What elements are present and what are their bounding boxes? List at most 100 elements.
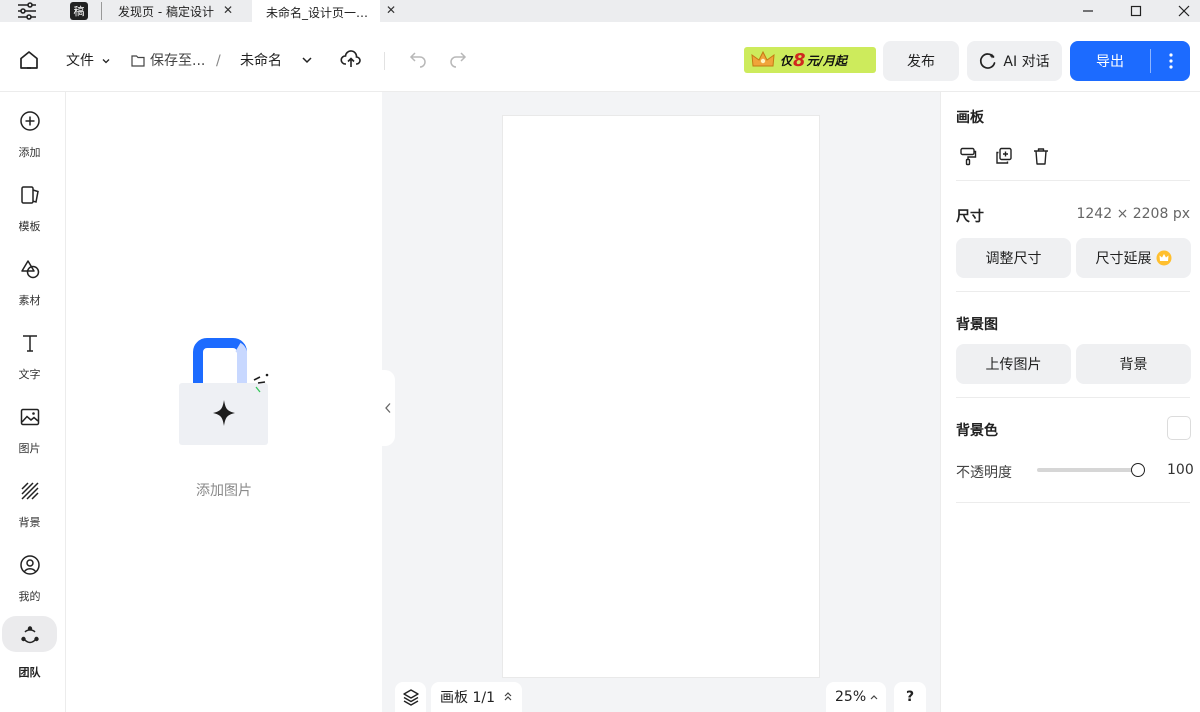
save-to-button[interactable]: 保存至... <box>131 52 205 70</box>
section-divider <box>956 502 1190 503</box>
template-icon <box>21 186 39 204</box>
export-label[interactable]: 导出 <box>1070 41 1150 81</box>
help-icon: ? <box>905 689 915 705</box>
image-icon <box>20 408 40 426</box>
section-divider <box>956 180 1190 181</box>
promo-number: 8 <box>793 49 806 71</box>
image-lock-illustration-icon <box>179 338 269 445</box>
toolbar-divider <box>384 52 385 70</box>
opacity-value[interactable]: 100 <box>1167 462 1194 478</box>
tab-design[interactable]: 未命名_设计页一… <box>252 0 380 24</box>
tab-logo: 稿 <box>64 0 100 22</box>
opacity-slider-thumb[interactable] <box>1131 463 1145 477</box>
rail-item-add[interactable]: 添加 <box>2 98 57 159</box>
size-extend-button[interactable]: 尺寸延展 <box>1076 238 1191 278</box>
background-color-section-title: 背景色 <box>956 423 998 439</box>
background-button[interactable]: 背景 <box>1076 344 1191 384</box>
help-button[interactable]: ? <box>894 682 926 712</box>
rail-item-image[interactable]: 图片 <box>2 394 57 455</box>
minimize-icon[interactable] <box>1075 0 1101 22</box>
save-to-label: 保存至... <box>150 53 206 69</box>
undo-icon[interactable] <box>406 48 430 72</box>
rail-item-mine[interactable]: 我的 <box>2 542 57 603</box>
size-value: 1242 × 2208 px <box>1076 206 1190 222</box>
rail-label: 我的 <box>18 590 41 603</box>
rail-label: 模板 <box>18 220 41 233</box>
ai-chat-label: AI 对话 <box>1003 54 1050 70</box>
user-icon <box>20 555 40 575</box>
trash-icon[interactable] <box>1031 146 1051 166</box>
file-menu-label: 文件 <box>66 53 94 69</box>
chevron-down-icon[interactable] <box>296 48 320 72</box>
artboard[interactable] <box>502 115 820 678</box>
close-icon[interactable]: ✕ <box>386 3 396 17</box>
resize-label: 调整尺寸 <box>985 251 1042 267</box>
title-bar: 稿 发现页 - 稿定设计 ✕ 未命名_设计页一… ✕ <box>0 0 1200 24</box>
premium-crown-icon <box>1156 250 1171 266</box>
rail-item-template[interactable]: 模板 <box>2 172 57 233</box>
chevron-up-double-icon <box>504 692 512 701</box>
chevron-up-icon <box>870 695 878 700</box>
rail-label: 团队 <box>18 666 41 679</box>
path-separator: / <box>216 53 221 69</box>
section-divider <box>956 397 1190 398</box>
page-label: 画板 1/1 <box>440 690 495 706</box>
add-image-label: 添加图片 <box>196 483 252 499</box>
opacity-label: 不透明度 <box>956 465 1012 481</box>
text-icon <box>23 335 37 352</box>
collapse-panel-handle[interactable] <box>381 370 395 446</box>
upload-image-button[interactable]: 上传图片 <box>956 344 1071 384</box>
background-image-section-title: 背景图 <box>956 317 998 333</box>
promo-prefix: 仅 <box>780 53 793 68</box>
rail-label: 添加 <box>18 146 41 159</box>
rail-item-text[interactable]: 文字 <box>2 320 57 381</box>
zoom-selector[interactable]: 25% <box>826 682 886 712</box>
maximize-icon[interactable] <box>1123 0 1149 22</box>
home-icon[interactable] <box>17 48 41 72</box>
chevron-down-icon <box>102 59 110 64</box>
background-label: 背景 <box>1119 357 1148 373</box>
zoom-value: 25% <box>835 689 867 705</box>
file-menu[interactable]: 文件 <box>66 52 111 70</box>
rail-label: 图片 <box>18 442 41 455</box>
ai-chat-icon <box>980 53 996 69</box>
size-section-title: 尺寸 <box>956 209 984 225</box>
size-extend-label: 尺寸延展 <box>1095 251 1152 267</box>
publish-button[interactable]: 发布 <box>883 41 959 81</box>
add-image-illustration[interactable] <box>178 337 272 445</box>
layers-icon <box>402 689 419 706</box>
close-icon[interactable]: ✕ <box>223 3 233 17</box>
format-painter-icon[interactable] <box>958 146 978 166</box>
rail-label: 背景 <box>18 516 41 529</box>
redo-icon[interactable] <box>446 48 470 72</box>
export-divider <box>1150 49 1151 73</box>
tab-title: 未命名_设计页一… <box>266 5 369 20</box>
background-icon <box>21 482 39 500</box>
rail-item-materials[interactable]: 素材 <box>2 246 57 307</box>
background-color-swatch[interactable] <box>1167 416 1191 440</box>
opacity-slider-track[interactable] <box>1037 468 1143 472</box>
cloud-upload-icon[interactable] <box>339 48 363 72</box>
crown-icon <box>751 50 775 67</box>
folder-icon <box>131 55 145 67</box>
resize-button[interactable]: 调整尺寸 <box>956 238 1071 278</box>
upload-image-label: 上传图片 <box>985 357 1042 373</box>
document-name[interactable]: 未命名 <box>240 52 282 70</box>
ai-chat-button[interactable]: AI 对话 <box>967 41 1062 81</box>
menu-icon[interactable] <box>16 0 38 22</box>
promo-banner[interactable]: 仅 8 元/月起 <box>744 47 876 73</box>
tab-divider <box>101 2 102 20</box>
promo-suffix: 元/月起 <box>806 53 847 68</box>
properties-panel <box>940 92 1200 712</box>
export-button[interactable]: 导出 <box>1070 41 1190 81</box>
page-selector[interactable]: 画板 1/1 <box>431 682 522 712</box>
rail-item-team[interactable]: 团队 <box>2 612 57 679</box>
section-divider <box>956 291 1190 292</box>
layers-button[interactable] <box>395 682 426 712</box>
duplicate-icon[interactable] <box>994 146 1014 166</box>
more-vertical-icon[interactable] <box>1152 41 1190 81</box>
team-icon <box>21 626 39 644</box>
rail-item-background[interactable]: 背景 <box>2 468 57 529</box>
close-window-icon[interactable] <box>1171 0 1197 22</box>
rail-label: 文字 <box>18 368 41 381</box>
